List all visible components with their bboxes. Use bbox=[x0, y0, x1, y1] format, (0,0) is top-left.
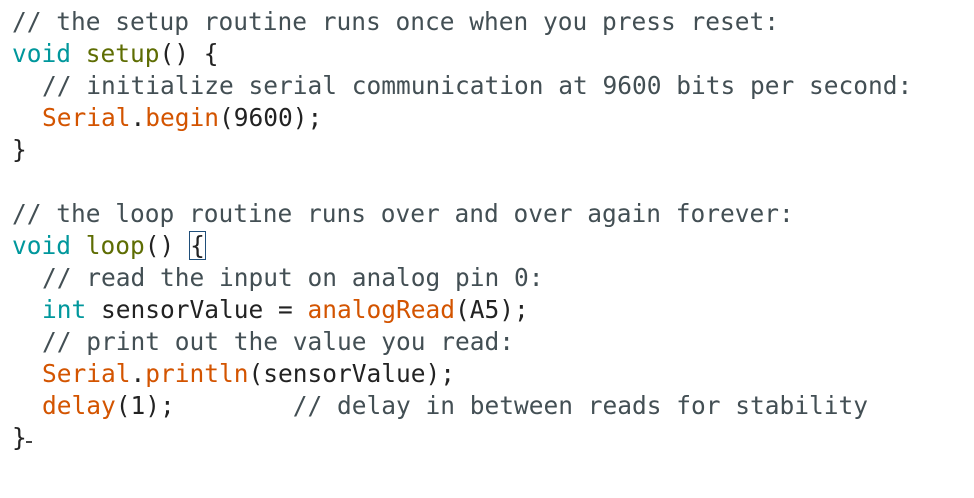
code-line: // the setup routine runs once when you … bbox=[12, 6, 962, 38]
function-name: loop bbox=[85, 231, 145, 260]
code-arguments: (9600); bbox=[219, 103, 323, 132]
keyword-token: void bbox=[12, 231, 72, 260]
library-function: println bbox=[145, 359, 249, 388]
code-punctuation: () bbox=[144, 231, 190, 260]
keyword-token: void bbox=[12, 39, 72, 68]
keyword-token: int bbox=[42, 295, 87, 324]
code-line: Serial.println(sensorValue); bbox=[12, 358, 962, 390]
code-punctuation: () { bbox=[159, 39, 219, 68]
code-line: Serial.begin(9600); bbox=[12, 102, 962, 134]
function-name: setup bbox=[85, 39, 160, 68]
code-comment: // delay in between reads for stability bbox=[292, 391, 869, 420]
code-variable: sensorValue = bbox=[86, 295, 308, 324]
matched-brace-highlight: { bbox=[189, 231, 206, 260]
code-brace: } bbox=[12, 135, 27, 164]
code-line: // read the input on analog pin 0: bbox=[12, 262, 962, 294]
code-arguments: (A5); bbox=[455, 295, 529, 324]
code-line: } bbox=[12, 422, 962, 454]
code-arguments: (1); bbox=[115, 391, 175, 420]
library-object: Serial bbox=[42, 103, 131, 132]
code-comment: // the setup routine runs once when you … bbox=[12, 7, 780, 36]
code-comment: // print out the value you read: bbox=[42, 327, 515, 356]
code-comment: // the loop routine runs over and over a… bbox=[12, 199, 794, 228]
code-editor[interactable]: // the setup routine runs once when you … bbox=[12, 6, 962, 454]
library-object: Serial bbox=[42, 359, 131, 388]
library-function: delay bbox=[42, 391, 116, 420]
code-brace: } bbox=[12, 423, 27, 452]
text-caret bbox=[26, 441, 32, 443]
code-comment: // read the input on analog pin 0: bbox=[42, 263, 544, 292]
code-arguments: (sensorValue); bbox=[248, 359, 456, 388]
library-function: begin bbox=[145, 103, 220, 132]
code-line: // initialize serial communication at 96… bbox=[12, 70, 962, 102]
code-punctuation: . bbox=[130, 103, 146, 132]
code-comment: // initialize serial communication at 96… bbox=[42, 71, 913, 100]
library-function: analogRead bbox=[307, 295, 456, 324]
code-line: // the loop routine runs over and over a… bbox=[12, 198, 962, 230]
code-line: // print out the value you read: bbox=[12, 326, 962, 358]
code-line: void loop() { bbox=[12, 230, 962, 262]
code-punctuation: . bbox=[130, 359, 146, 388]
code-line: delay(1); // delay in between reads for … bbox=[12, 390, 962, 422]
code-line: } bbox=[12, 134, 962, 166]
code-line: int sensorValue = analogRead(A5); bbox=[12, 294, 962, 326]
code-line: void setup() { bbox=[12, 38, 962, 70]
